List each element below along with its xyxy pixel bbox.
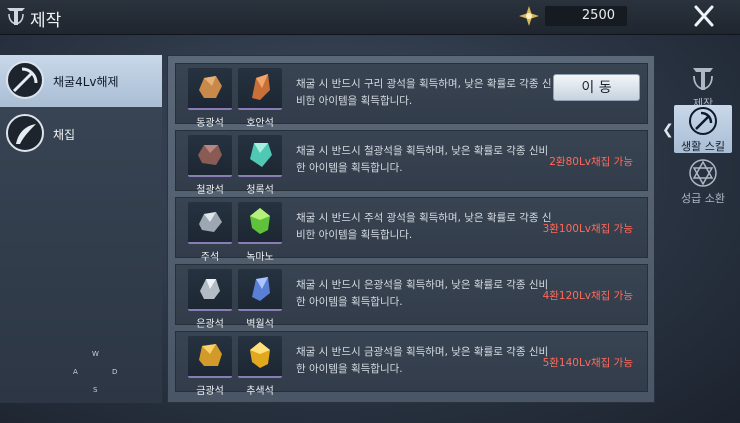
item-description: 채굴 시 반드시 구리 광석을 획득하며, 낮은 확률로 각종 신비한 아이템을… [296, 78, 552, 107]
move-button[interactable]: 이 동 [553, 74, 640, 101]
compass-s: S [93, 386, 98, 394]
category-sidebar: 채굴4Lv해제 채집 W A D S [0, 55, 162, 403]
list-item: 동광석 호안석 채굴 시 반드시 구리 광석을 획득하며, 낮은 확률로 각종 … [175, 63, 648, 129]
tab-star-summon[interactable]: 성급 소환 [674, 157, 732, 206]
item-slot[interactable]: 은광석 [188, 269, 232, 330]
crafting-icon [693, 68, 713, 90]
chevron-left-icon: ❮ [662, 122, 674, 138]
list-item: 은광석 벽월석 채굴 시 반드시 은광석을 획득하며, 낮은 확률로 각종 신비… [175, 264, 648, 330]
compass-a: A [73, 368, 78, 376]
item-name: 금광석 [196, 386, 224, 397]
compass-w: W [92, 350, 99, 358]
resource-list-panel: 동광석 호안석 채굴 시 반드시 구리 광석을 획득하며, 낮은 확률로 각종 … [167, 55, 655, 403]
item-name: 추색석 [246, 386, 274, 397]
list-item: 주석 녹마노 채굴 시 반드시 주석 광석을 획득하며, 낮은 확률로 각종 신… [175, 197, 648, 263]
tab-crafting[interactable]: 제작 [674, 62, 732, 111]
item-description: 채굴 시 반드시 철광석을 획득하며, 낮은 확률로 각종 신비한 아이템을 획… [296, 145, 549, 174]
iron-ore-icon [198, 145, 222, 165]
currency-display: 2500 [545, 6, 627, 26]
unlock-status: 2환80Lv채집 가능 [549, 156, 633, 168]
unlock-status: 5환140Lv채집 가능 [542, 357, 633, 369]
green-agate-gem-icon [250, 208, 270, 234]
item-description: 채굴 시 반드시 금광석을 획득하며, 낮은 확률로 각종 신비한 아이템을 획… [296, 346, 549, 375]
item-name: 은광석 [196, 319, 224, 330]
page-title: 제작 [30, 11, 62, 31]
gold-ore-icon [199, 344, 222, 366]
tab-label: 성급 소환 [681, 192, 725, 205]
item-description: 채굴 시 반드시 주석 광석을 획득하며, 낮은 확률로 각종 신비한 아이템을… [296, 212, 552, 241]
list-item: 철광석 청록석 채굴 시 반드시 철광석을 획득하며, 낮은 확률로 각종 신비… [175, 130, 648, 196]
pickaxe-icon [6, 61, 44, 99]
turquoise-gem-icon [250, 143, 272, 167]
copper-ore-icon [199, 76, 222, 98]
tab-label: 생활 스킬 [681, 140, 725, 153]
compass-d: D [112, 368, 118, 376]
autumn-gem-icon [250, 342, 270, 368]
currency-star-icon [519, 6, 539, 26]
wasd-compass: W A D S [70, 350, 130, 400]
sidebar-item-gathering[interactable]: 채집 [0, 108, 162, 160]
sidebar-item-label: 채굴4Lv해제 [53, 75, 119, 89]
tin-ore-icon [199, 212, 222, 232]
item-description: 채굴 시 반드시 은광석을 획득하며, 낮은 확률로 각종 신비한 아이템을 획… [296, 279, 549, 308]
tab-life-skill[interactable]: 생활 스킬 [674, 105, 732, 153]
game-logo-icon [7, 8, 25, 25]
unlock-status: 3환100Lv채집 가능 [542, 223, 633, 235]
item-name: 녹마노 [246, 252, 274, 263]
tiger-eye-gem-icon [252, 74, 270, 100]
close-button[interactable] [690, 3, 718, 29]
list-item: 금광석 추색석 채굴 시 반드시 금광석을 획득하며, 낮은 확률로 각종 신비… [175, 331, 648, 397]
silver-ore-icon [200, 279, 220, 299]
item-name: 청록석 [246, 185, 274, 196]
item-slot[interactable]: 추색석 [238, 336, 282, 397]
item-name: 동광석 [196, 118, 224, 129]
pickaxe-icon [689, 107, 717, 135]
item-slot[interactable]: 철광석 [188, 135, 232, 196]
sickle-icon [6, 114, 44, 152]
item-name: 벽월석 [246, 319, 274, 330]
sidebar-item-label: 채집 [53, 128, 76, 142]
sidebar-item-mining[interactable]: 채굴4Lv해제 [0, 55, 162, 107]
unlock-status: 4환120Lv채집 가능 [542, 290, 633, 302]
item-name: 철광석 [196, 185, 224, 196]
item-slot[interactable]: 동광석 [188, 68, 232, 129]
item-slot[interactable]: 벽월석 [238, 269, 282, 330]
item-name: 주석 [200, 252, 220, 263]
item-name: 호안석 [246, 118, 274, 129]
top-bar: 제작 2500 [0, 0, 740, 35]
item-slot[interactable]: 주석 [188, 202, 232, 263]
currency-value: 2500 [581, 8, 615, 23]
item-slot[interactable]: 호안석 [238, 68, 282, 129]
item-slot[interactable]: 청록석 [238, 135, 282, 196]
moonstone-gem-icon [252, 277, 270, 301]
item-slot[interactable]: 금광석 [188, 336, 232, 397]
item-slot[interactable]: 녹마노 [238, 202, 282, 263]
hexagram-icon [689, 159, 717, 187]
